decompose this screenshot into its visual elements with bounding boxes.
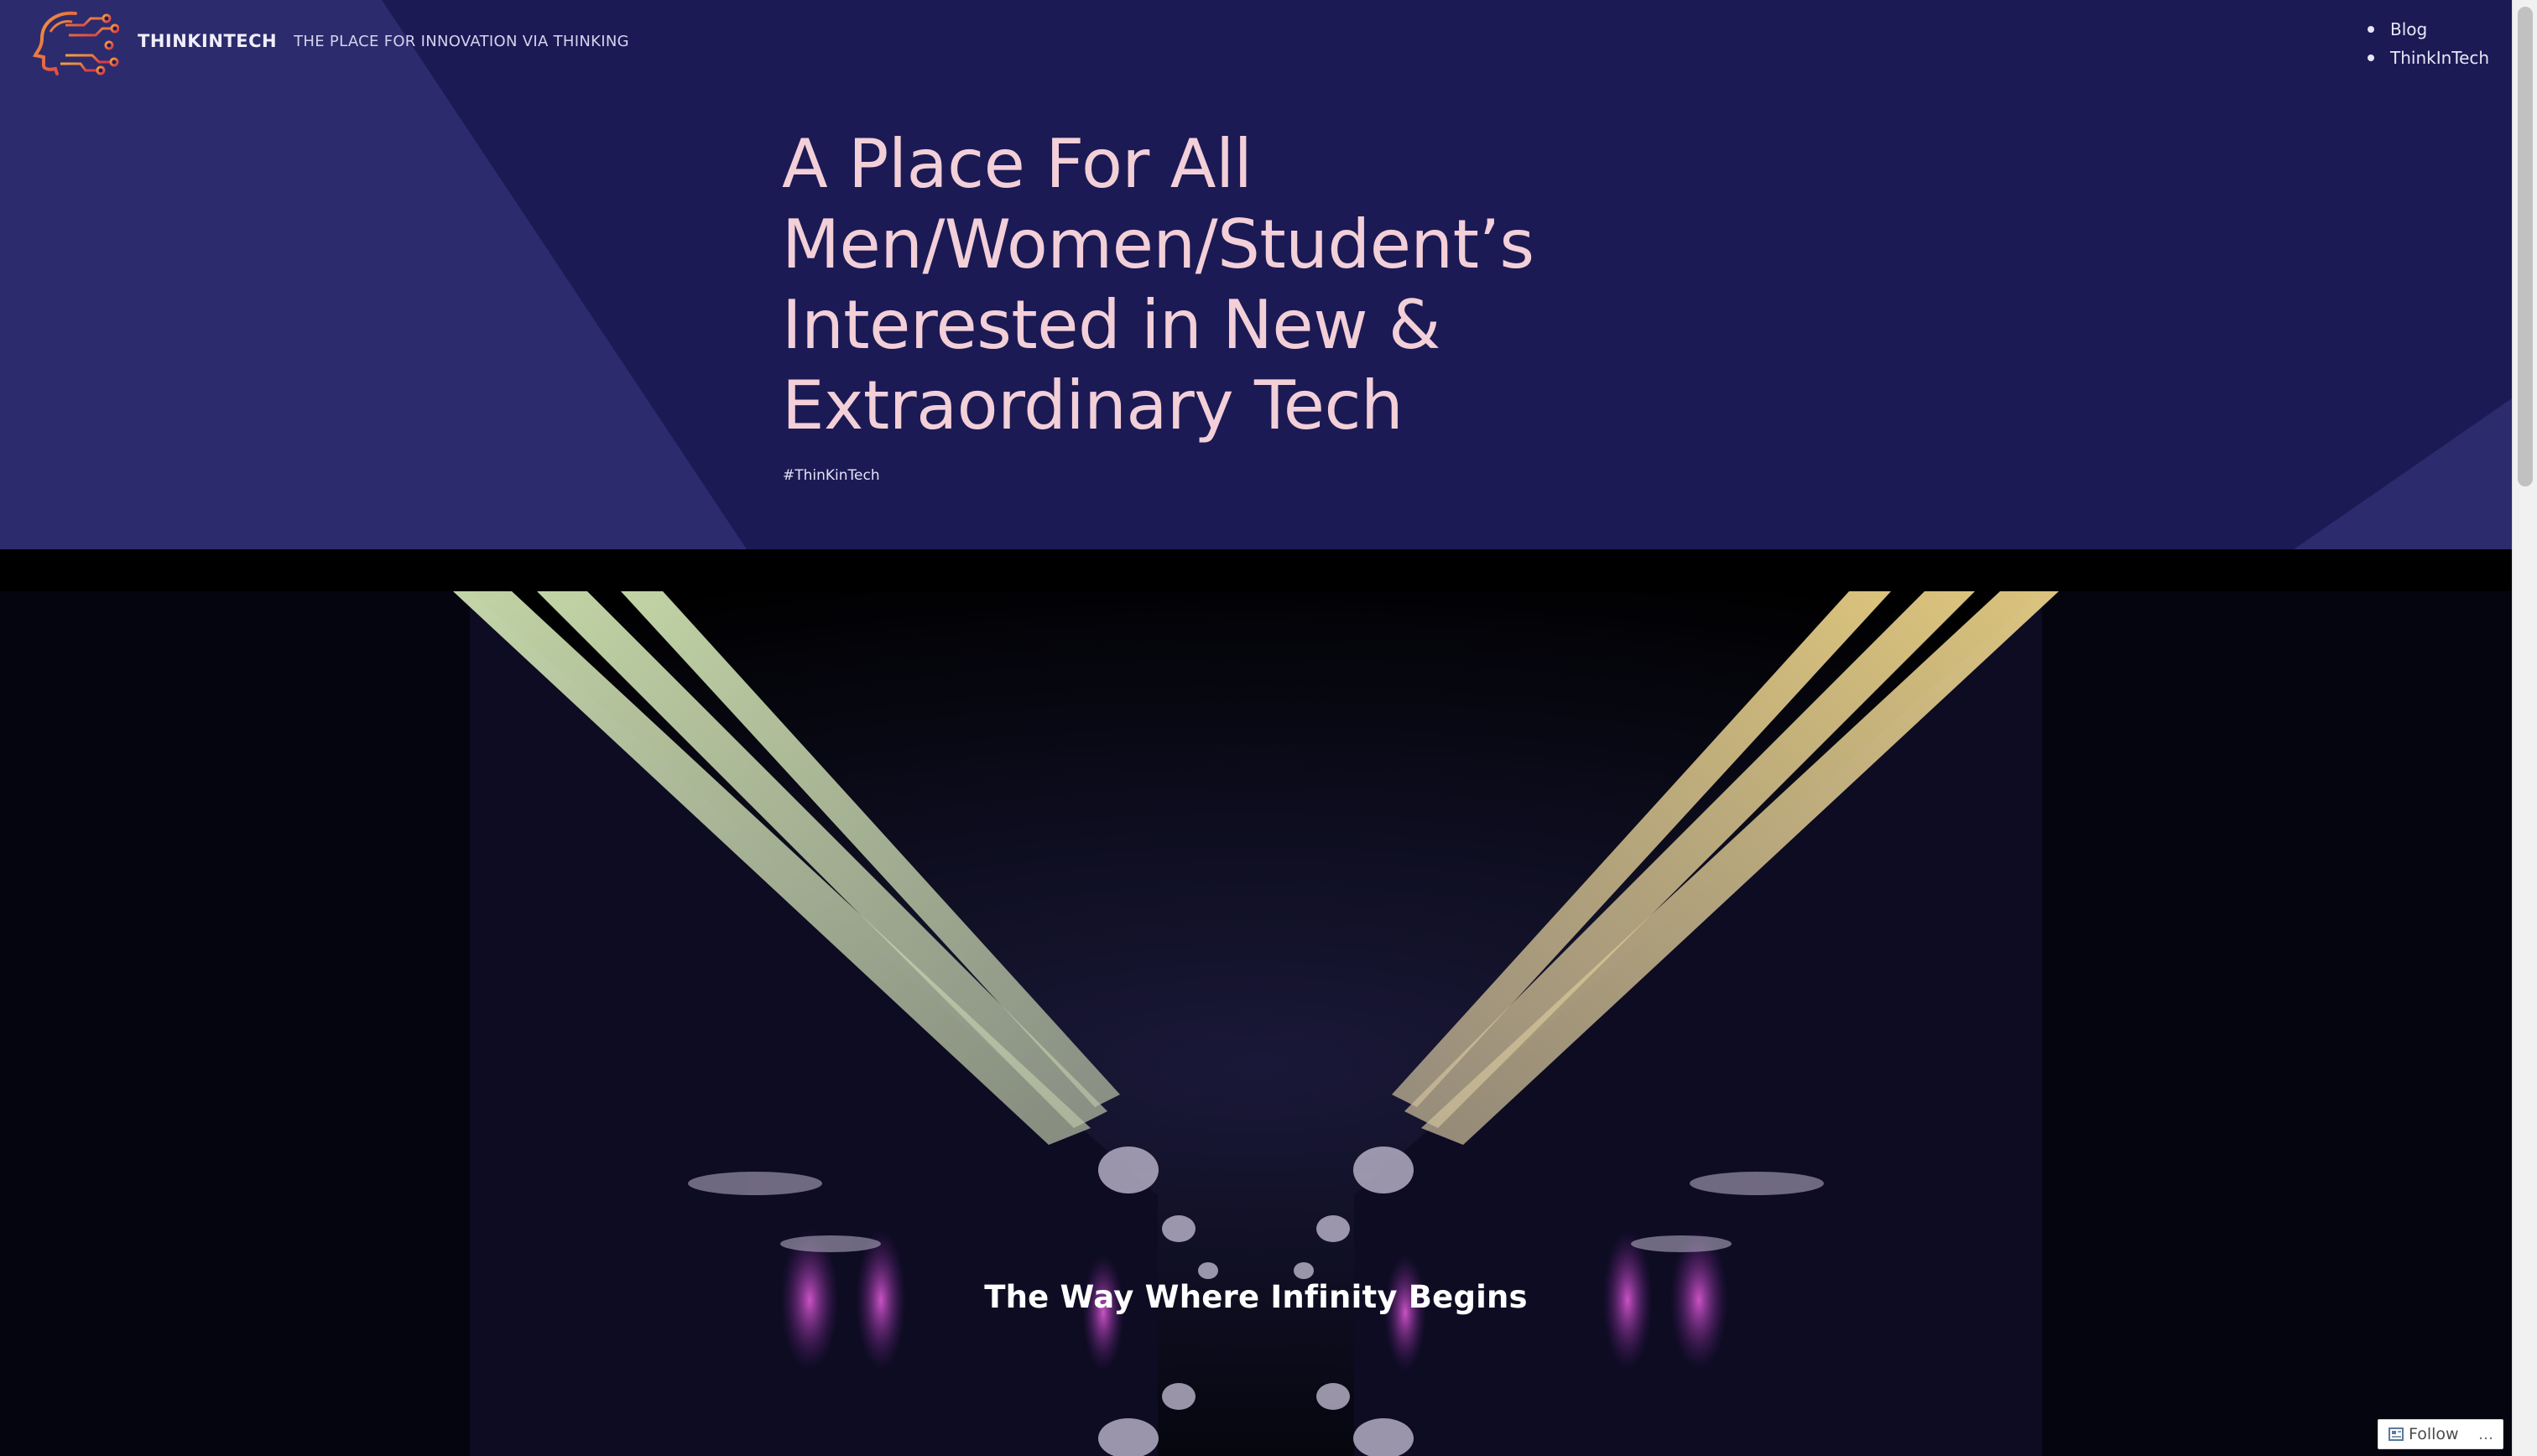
hero-heading: A Place For All Men/Women/Student’s Inte… (782, 125, 1534, 445)
scrollbar-thumb[interactable] (2518, 7, 2533, 486)
cover-section: The Way Where Infinity Begins (0, 549, 2512, 1456)
hero-header: THINKINTECH THE PLACE FOR INNOVATION VIA… (0, 0, 2512, 549)
follow-widget[interactable]: Follow … (2378, 1419, 2503, 1449)
cover-caption: The Way Where Infinity Begins (984, 1279, 1528, 1315)
site-title[interactable]: THINKINTECH (138, 31, 277, 51)
more-options-icon[interactable]: … (2478, 1426, 2494, 1443)
bullet-icon (2368, 55, 2374, 61)
bullet-icon (2368, 26, 2374, 33)
hero-decorative-triangle-right (2294, 398, 2512, 549)
nav-item-blog: Blog (2368, 15, 2489, 44)
hero-hashtag: #ThinKinTech (783, 467, 880, 484)
follow-button-label[interactable]: Follow (2409, 1425, 2459, 1443)
page-scrollbar[interactable] (2512, 0, 2537, 1456)
nav-link-blog[interactable]: Blog (2390, 19, 2427, 39)
reader-follow-icon (2389, 1427, 2404, 1441)
circuit-head-logo-icon[interactable] (32, 7, 119, 75)
site-tagline: THE PLACE FOR INNOVATION VIA THINKING (294, 32, 629, 50)
nav-link-thinkintech[interactable]: ThinkInTech (2390, 48, 2489, 68)
primary-navigation: Blog ThinkInTech (2368, 15, 2489, 72)
hero-decorative-triangle-left (0, 0, 747, 549)
sci-fi-tunnel-image (0, 591, 2512, 1456)
nav-item-thinkintech: ThinkInTech (2368, 44, 2489, 72)
site-branding: THINKINTECH THE PLACE FOR INNOVATION VIA… (32, 7, 629, 75)
